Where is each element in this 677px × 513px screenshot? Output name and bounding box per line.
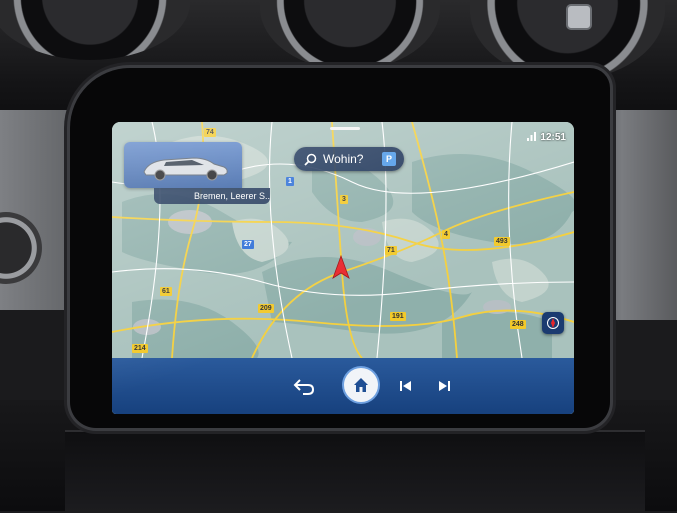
compass-icon	[547, 317, 559, 329]
road-label: 248	[510, 320, 526, 329]
road-label: 1	[286, 177, 294, 186]
home-button[interactable]	[344, 368, 378, 402]
skip-previous-icon	[400, 381, 411, 391]
road-label: 191	[390, 312, 406, 321]
clock: 12:51	[540, 132, 566, 143]
road-label: 74	[204, 128, 216, 137]
road-label: 214	[132, 344, 148, 353]
search-icon	[304, 153, 317, 166]
road-label: 4	[442, 230, 450, 239]
status-bar: 12:51	[527, 132, 566, 143]
road-label: 71	[385, 246, 397, 255]
home-icon	[354, 378, 368, 392]
pull-down-handle[interactable]	[330, 127, 360, 130]
road-label: 27	[242, 240, 254, 249]
road-label: 3	[340, 195, 348, 204]
road-label: 209	[258, 304, 274, 313]
car-icon	[143, 157, 228, 181]
vehicle-address: Bremen, Leerer S...	[154, 188, 270, 204]
back-arrow-icon	[293, 379, 315, 395]
signal-bars-icon	[527, 132, 537, 143]
previous-track-button[interactable]	[392, 372, 420, 400]
parking-button[interactable]: P	[382, 152, 396, 166]
center-console-panel	[65, 430, 645, 513]
vehicle-image	[124, 142, 242, 188]
vent-knob	[566, 4, 592, 30]
back-button[interactable]	[290, 372, 318, 400]
bottom-control-bar	[112, 358, 574, 414]
recenter-button[interactable]	[542, 312, 564, 334]
road-label: 493	[494, 237, 510, 246]
skip-next-icon	[439, 381, 450, 391]
road-label: 61	[160, 287, 172, 296]
search-label: Wohin?	[323, 152, 364, 166]
next-track-button[interactable]	[430, 372, 458, 400]
vehicle-location-card[interactable]: Bremen, Leerer S...	[124, 142, 270, 204]
infotainment-screen: 74 1 3 27 71 4 493 61 209 191 248 214 12…	[112, 122, 574, 414]
search-destination-button[interactable]: Wohin? P	[294, 147, 404, 171]
